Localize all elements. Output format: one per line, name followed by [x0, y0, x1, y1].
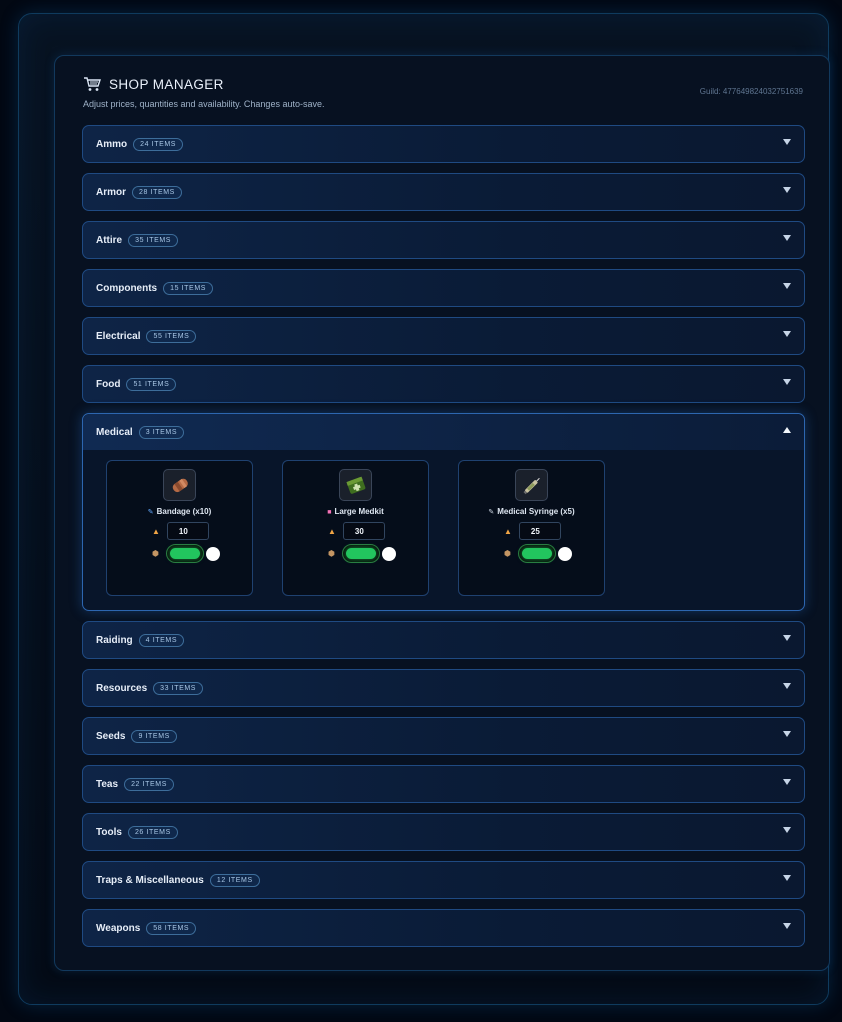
item-count-badge: 3 ITEMS [138, 425, 185, 439]
category-name: Electrical [96, 330, 141, 342]
category-list: Ammo 24 ITEMS Armor 28 ITEMS Attire 35 ITEM… [82, 125, 805, 957]
category-name: Attire [96, 234, 123, 246]
medkit-image [339, 469, 372, 501]
syringe-image [515, 469, 548, 501]
category-name: Components [96, 282, 158, 294]
chevron-down-icon[interactable] [783, 827, 791, 833]
item-count-badge: 51 ITEMS [126, 377, 177, 391]
stock-icon: ⬢ [328, 549, 335, 558]
category-name: Teas [96, 778, 119, 790]
stock-icon: ⬢ [152, 549, 159, 558]
bandage-image [163, 469, 196, 501]
category-armor[interactable]: Armor 28 ITEMS [82, 173, 805, 211]
chevron-down-icon[interactable] [783, 235, 791, 241]
item-count-badge: 4 ITEMS [138, 633, 185, 647]
category-food[interactable]: Food 51 ITEMS [82, 365, 805, 403]
category-electrical[interactable]: Electrical 55 ITEMS [82, 317, 805, 355]
chevron-down-icon[interactable] [783, 683, 791, 689]
item-count-badge: 9 ITEMS [131, 729, 177, 743]
item-count-badge: 58 ITEMS [146, 921, 197, 935]
category-name: Weapons [96, 922, 141, 934]
chevron-down-icon[interactable] [783, 923, 791, 929]
shop-manager-panel: SHOP MANAGER Adjust prices, quantities a… [54, 55, 830, 971]
item-count-badge: 12 ITEMS [209, 873, 260, 887]
category-name: Tools [96, 826, 122, 838]
category-name: Medical [96, 426, 133, 438]
item-name: ■ Large Medkit [327, 507, 384, 516]
price-icon: ▲ [328, 526, 336, 536]
guild-id: Guild: 477649824032751639 [699, 87, 803, 96]
item-grid: ✎Bandage (x10) ▲ ⬢ [106, 460, 605, 596]
price-input[interactable] [166, 522, 209, 540]
category-teas[interactable]: Teas 22 ITEMS [82, 765, 805, 803]
item-card: ✎Bandage (x10) ▲ ⬢ [106, 460, 253, 596]
chevron-down-icon[interactable] [783, 731, 791, 737]
outer-frame: SHOP MANAGER Adjust prices, quantities a… [18, 13, 830, 1005]
chevron-down-icon[interactable] [783, 779, 791, 785]
item-card: ✎Medical Syringe (x5) ▲ ⬢ [458, 460, 605, 596]
item-count-badge: 55 ITEMS [146, 329, 197, 343]
category-attire[interactable]: Attire 35 ITEMS [82, 221, 805, 259]
panel-header: SHOP MANAGER Adjust prices, quantities a… [83, 76, 803, 116]
category-name: Resources [96, 682, 148, 694]
stock-icon: ⬢ [504, 549, 511, 558]
chevron-down-icon[interactable] [783, 635, 791, 641]
category-traps-misc[interactable]: Traps & Miscellaneous 12 ITEMS [82, 861, 805, 899]
availability-toggle[interactable] [165, 544, 221, 563]
category-components[interactable]: Components 15 ITEMS [82, 269, 805, 307]
item-count-badge: 33 ITEMS [153, 681, 204, 695]
item-name: ✎ Bandage (x10) [147, 507, 212, 516]
category-ammo[interactable]: Ammo 24 ITEMS [82, 125, 805, 163]
category-raiding[interactable]: Raiding 4 ITEMS [82, 621, 805, 659]
shopping-cart-icon [83, 76, 101, 92]
availability-toggle[interactable] [517, 544, 573, 563]
item-count-badge: 24 ITEMS [133, 137, 184, 151]
item-card: ■Large Medkit ▲ ⬢ [282, 460, 429, 596]
item-count-badge: 22 ITEMS [124, 777, 174, 791]
chevron-down-icon[interactable] [783, 283, 791, 289]
item-count-badge: 26 ITEMS [127, 825, 178, 839]
item-count-badge: 28 ITEMS [132, 185, 182, 199]
category-name: Food [96, 378, 121, 390]
price-icon: ▲ [152, 526, 160, 536]
category-resources[interactable]: Resources 33 ITEMS [82, 669, 805, 707]
price-icon: ▲ [504, 526, 512, 536]
category-name: Traps & Miscellaneous [96, 874, 204, 886]
medkit-icon: ■ [327, 509, 332, 516]
page-title: SHOP MANAGER [109, 76, 224, 92]
chevron-down-icon[interactable] [783, 331, 791, 337]
category-name: Ammo [96, 138, 128, 150]
chevron-down-icon[interactable] [783, 139, 791, 145]
syringe-icon: ✎ [488, 509, 495, 516]
bandage-icon: ✎ [147, 509, 154, 516]
item-name: ✎ Medical Syringe (x5) [488, 507, 575, 516]
chevron-up-icon[interactable] [783, 427, 791, 433]
chevron-down-icon[interactable] [783, 875, 791, 881]
item-count-badge: 15 ITEMS [163, 281, 214, 295]
item-count-badge: 35 ITEMS [128, 233, 179, 247]
category-seeds[interactable]: Seeds 9 ITEMS [82, 717, 805, 755]
page-subtitle: Adjust prices, quantities and availabili… [83, 99, 325, 109]
chevron-down-icon[interactable] [783, 379, 791, 385]
price-input[interactable] [342, 522, 385, 540]
price-input[interactable] [518, 522, 561, 540]
category-name: Armor [96, 186, 127, 198]
category-weapons[interactable]: Weapons 58 ITEMS [82, 909, 805, 947]
category-medical[interactable]: Medical 3 ITEMS ✎ Bandage (x10) ▲ 10 ⬢ ■… [82, 413, 805, 611]
category-name: Seeds [96, 730, 126, 742]
chevron-down-icon[interactable] [783, 187, 791, 193]
category-tools[interactable]: Tools 26 ITEMS [82, 813, 805, 851]
category-name: Raiding [96, 634, 133, 646]
availability-toggle[interactable] [341, 544, 397, 563]
